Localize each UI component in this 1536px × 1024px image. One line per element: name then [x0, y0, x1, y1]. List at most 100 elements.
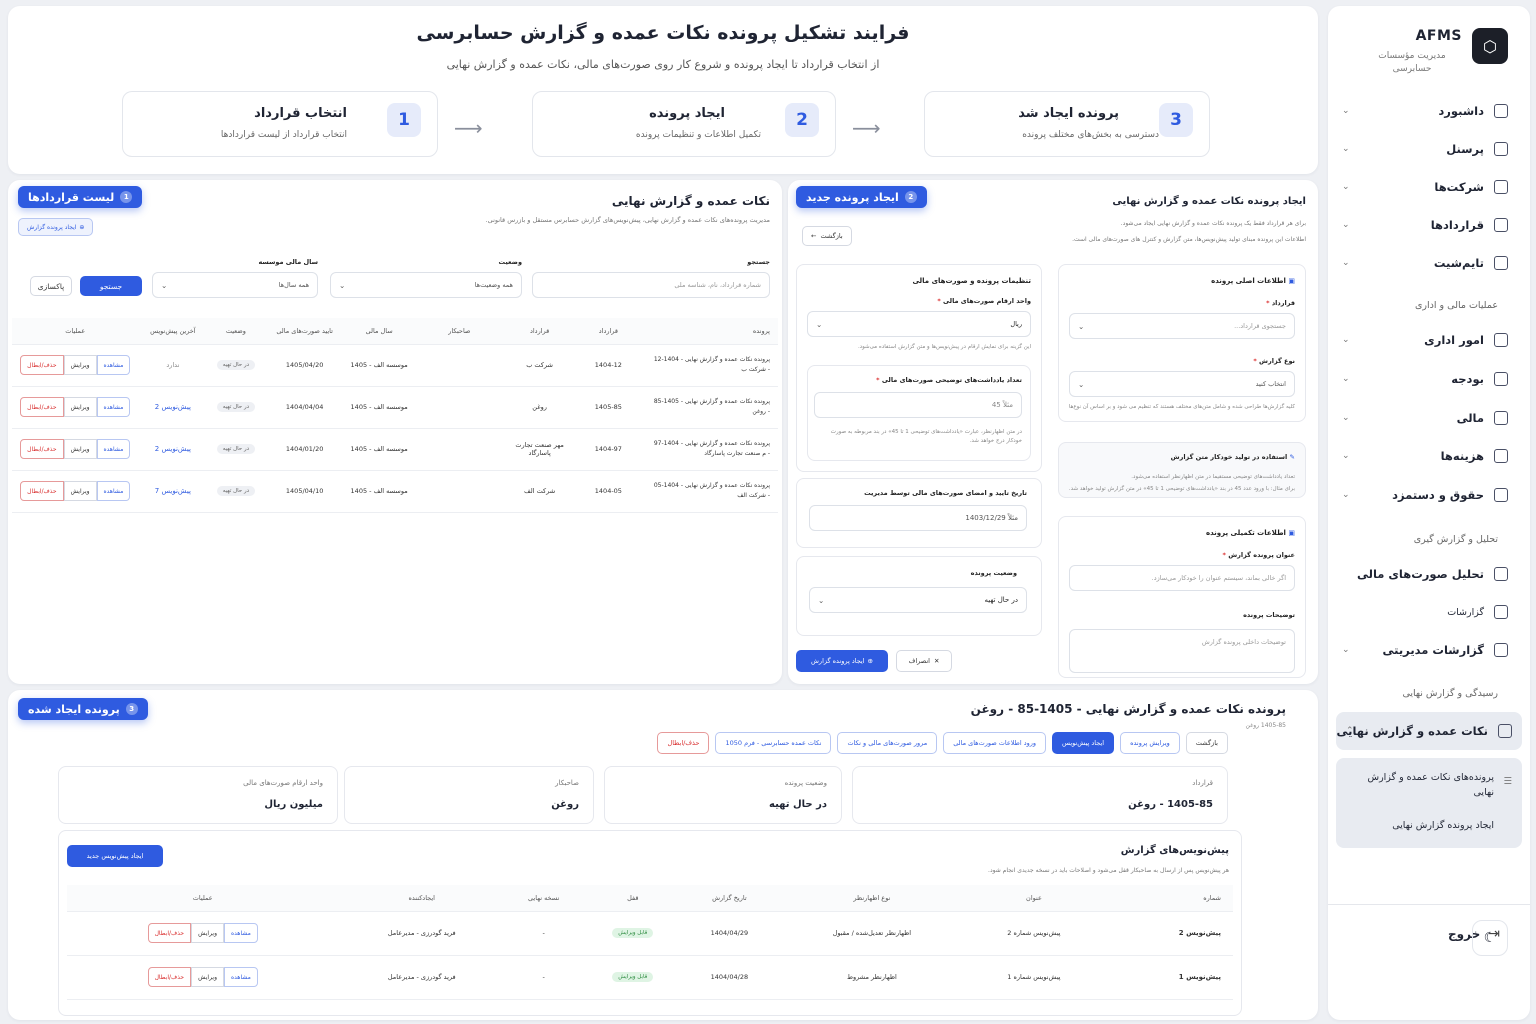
main-info-title: ▣ اطلاعات اصلی پرونده [1211, 277, 1295, 285]
chevron-down-icon: ⌄ [1342, 490, 1350, 501]
new-draft-button[interactable]: ایجاد پیش‌نویس جدید [67, 845, 163, 867]
contracts-table: پرونده قرارداد قرارداد صاحبکار سال مالی تایید… [12, 318, 778, 513]
submit-create-file-button[interactable]: ⊕ ایجاد پرونده گزارش [796, 650, 888, 672]
sidebar-item-label: حقوق و دستمزد [1392, 488, 1484, 503]
latest-draft-cell[interactable]: پیش‌نویس 7 [138, 470, 208, 513]
back-button[interactable]: بازگشت [1185, 732, 1228, 754]
budget-icon [1494, 371, 1508, 386]
row-actions: مشاهده ویرایش حذف/ابطال [20, 397, 131, 417]
latest-draft-cell[interactable]: پیش‌نویس 2 [138, 428, 208, 471]
moon-icon: ☾ [1483, 930, 1497, 946]
edit-button[interactable]: ویرایش [63, 439, 97, 459]
create-report-file-button[interactable]: ⊕ ایجاد پرونده گزارش [18, 218, 94, 236]
report-title-input[interactable]: اگر خالی بماند، سیستم عنوان را خودکار می… [1069, 565, 1295, 591]
view-button[interactable]: مشاهده [96, 355, 131, 375]
latest-draft-cell: ندارد [138, 344, 208, 387]
info-label: وضعیت پرونده [784, 779, 827, 787]
sidebar-item-label: داشبورد [1438, 104, 1484, 118]
status-badge: در حال تهیه [216, 486, 256, 496]
sidebar-item-active[interactable]: نکات عمده و گزارش نهایی ⌃ [1336, 712, 1522, 750]
info-card: وضعیت پرونده در حال تهیه [604, 766, 842, 824]
enter-financial-data-button[interactable]: ورود اطلاعات صورت‌های مالی [943, 732, 1047, 754]
opinion-type-cell: اظهارنظر تعدیل‌شده / مقبول [775, 911, 969, 956]
delete-button[interactable]: حذف/ابطال [147, 967, 192, 987]
close-icon: ✕ [933, 657, 940, 665]
row-actions: مشاهده ویرایش حذف/ابطال [147, 923, 258, 943]
key-audit-matters-button[interactable]: نکات عمده حسابرسی - فرم 1050 [715, 732, 832, 754]
delete-button[interactable]: حذف/ابطال [20, 439, 64, 459]
delete-button[interactable]: حذف/ابطال [147, 923, 192, 943]
edit-button[interactable]: ویرایش [191, 967, 224, 987]
unit-select[interactable]: ریال ⌄ [807, 311, 1031, 337]
view-button[interactable]: مشاهده [96, 439, 131, 459]
sidebar-item-finance[interactable]: مالی ⌄ [1342, 407, 1508, 429]
column-header: تایید صورت‌های مالی [264, 318, 345, 345]
sidebar-item-users[interactable]: پرسنل ⌄ [1342, 138, 1508, 160]
create-draft-button[interactable]: ایجاد پیش‌نویس [1052, 732, 1115, 754]
row-actions: مشاهده ویرایش حذف/ابطال [20, 439, 131, 459]
submenu-item-files[interactable]: ☰ پرونده‌های نکات عمده و گزارش نهایی [1352, 770, 1512, 800]
contract-icon [1494, 218, 1508, 232]
report-type-select[interactable]: انتخاب کنید ⌄ [1069, 371, 1295, 397]
back-button[interactable]: بازگشت ← [802, 226, 852, 246]
file-desc-textarea[interactable]: توضیحات داخلی پرونده گزارش [1069, 629, 1295, 673]
reset-button[interactable]: پاکسازی [30, 276, 72, 296]
delete-button[interactable]: حذف/ابطال [20, 397, 64, 417]
delete-file-button[interactable]: حذف/ابطال [657, 732, 710, 754]
edit-button[interactable]: ویرایش [63, 355, 97, 375]
sidebar-item-budget[interactable]: بودجه ⌄ [1342, 368, 1508, 390]
search-button[interactable]: جستجو [80, 276, 142, 296]
notes-subpanel: تعداد یادداشت‌های توضیحی صورت‌های مالی *… [807, 365, 1031, 461]
step-title: پرونده ایجاد شد [1018, 106, 1119, 121]
edit-button[interactable]: ویرایش [63, 397, 97, 417]
sidebar-item-contract[interactable]: قراردادها ⌄ [1342, 214, 1508, 236]
delete-button[interactable]: حذف/ابطال [20, 481, 64, 501]
submenu-item-create[interactable]: ایجاد پرونده گزارش نهایی [1392, 820, 1494, 831]
latest-draft-cell[interactable]: پیش‌نویس 2 [138, 386, 208, 429]
sidebar-item-mgmt-reports[interactable]: گزارشات مدیریتی ⌄ [1342, 639, 1508, 661]
sidebar-item-analysis[interactable]: تحلیل صورت‌های مالی⌄ [1342, 563, 1508, 585]
tag-created-file: 3 پرونده ایجاد شده [18, 698, 148, 720]
sidebar-item-label: تایم‌شیت [1433, 256, 1484, 270]
delete-button[interactable]: حذف/ابطال [20, 355, 64, 375]
file-name-cell: پرونده نکات عمده و گزارش نهایی - 1405-85… [642, 386, 778, 429]
column-header: پرونده [642, 318, 778, 345]
arrow-right-icon: ⟶ [454, 116, 483, 140]
table-row: پیش‌نویس 1 پیش‌نویس شماره 1 اظهارنظر مشروط… [67, 955, 1233, 1000]
search-input[interactable]: شماره قرارداد، نام، شناسه ملی [532, 272, 770, 298]
file-status-select[interactable]: در حال تهیه ⌄ [809, 587, 1027, 613]
view-button[interactable]: مشاهده [96, 397, 131, 417]
approval-date-cell: 1404/04/04 [264, 386, 345, 429]
theme-toggle-button[interactable]: ☾ [1472, 920, 1508, 956]
sidebar-item-admin[interactable]: امور اداری ⌄ [1342, 329, 1508, 351]
file-name-cell: پرونده نکات عمده و گزارش نهایی - 1404-12… [642, 344, 778, 387]
sidebar-item-timesheet[interactable]: تایم‌شیت ⌄ [1342, 252, 1508, 274]
contract-cell: 1404-12 [573, 344, 643, 387]
view-button[interactable]: مشاهده [96, 481, 131, 501]
info-value: در حال تهیه [769, 799, 827, 810]
view-button[interactable]: مشاهده [223, 967, 258, 987]
year-filter-select[interactable]: همه سال‌ها ⌄ [152, 272, 318, 298]
approval-date-input[interactable]: مثلاً 1403/12/29 [809, 505, 1027, 531]
column-header: عملیات [12, 318, 139, 345]
notes-count-input[interactable]: مثلاً 45 [814, 392, 1022, 418]
view-button[interactable]: مشاهده [223, 923, 258, 943]
sidebar-item-expense[interactable]: هزینه‌ها ⌄ [1342, 445, 1508, 467]
draft-number-cell: پیش‌نویس 1 [1099, 955, 1233, 1000]
client-cell [413, 470, 506, 513]
chevron-up-icon: ⌃ [1346, 726, 1354, 736]
sidebar-item-reports[interactable]: گزارشات⌄ [1342, 601, 1508, 623]
column-header: قرارداد [505, 318, 574, 345]
contract-search-input[interactable]: جستجوی قرارداد... ⌄ [1069, 313, 1295, 339]
sidebar-item-payroll[interactable]: حقوق و دستمزد ⌄ [1342, 484, 1508, 506]
sidebar-item-dashboard[interactable]: داشبورد ⌄ [1342, 100, 1508, 122]
final-version-cell: - [505, 911, 583, 956]
edit-button[interactable]: ویرایش [63, 481, 97, 501]
edit-button[interactable]: ویرایش [191, 923, 224, 943]
arrow-right-icon: ⟶ [852, 116, 881, 140]
review-statements-button[interactable]: مرور صورت‌های مالی و نکات [837, 732, 938, 754]
edit-file-button[interactable]: ویرایش پرونده [1120, 732, 1180, 754]
sidebar-item-building[interactable]: شرکت‌ها ⌄ [1342, 176, 1508, 198]
status-filter-select[interactable]: همه وضعیت‌ها ⌄ [330, 272, 522, 298]
cancel-button[interactable]: ✕ انصراف [896, 650, 952, 672]
